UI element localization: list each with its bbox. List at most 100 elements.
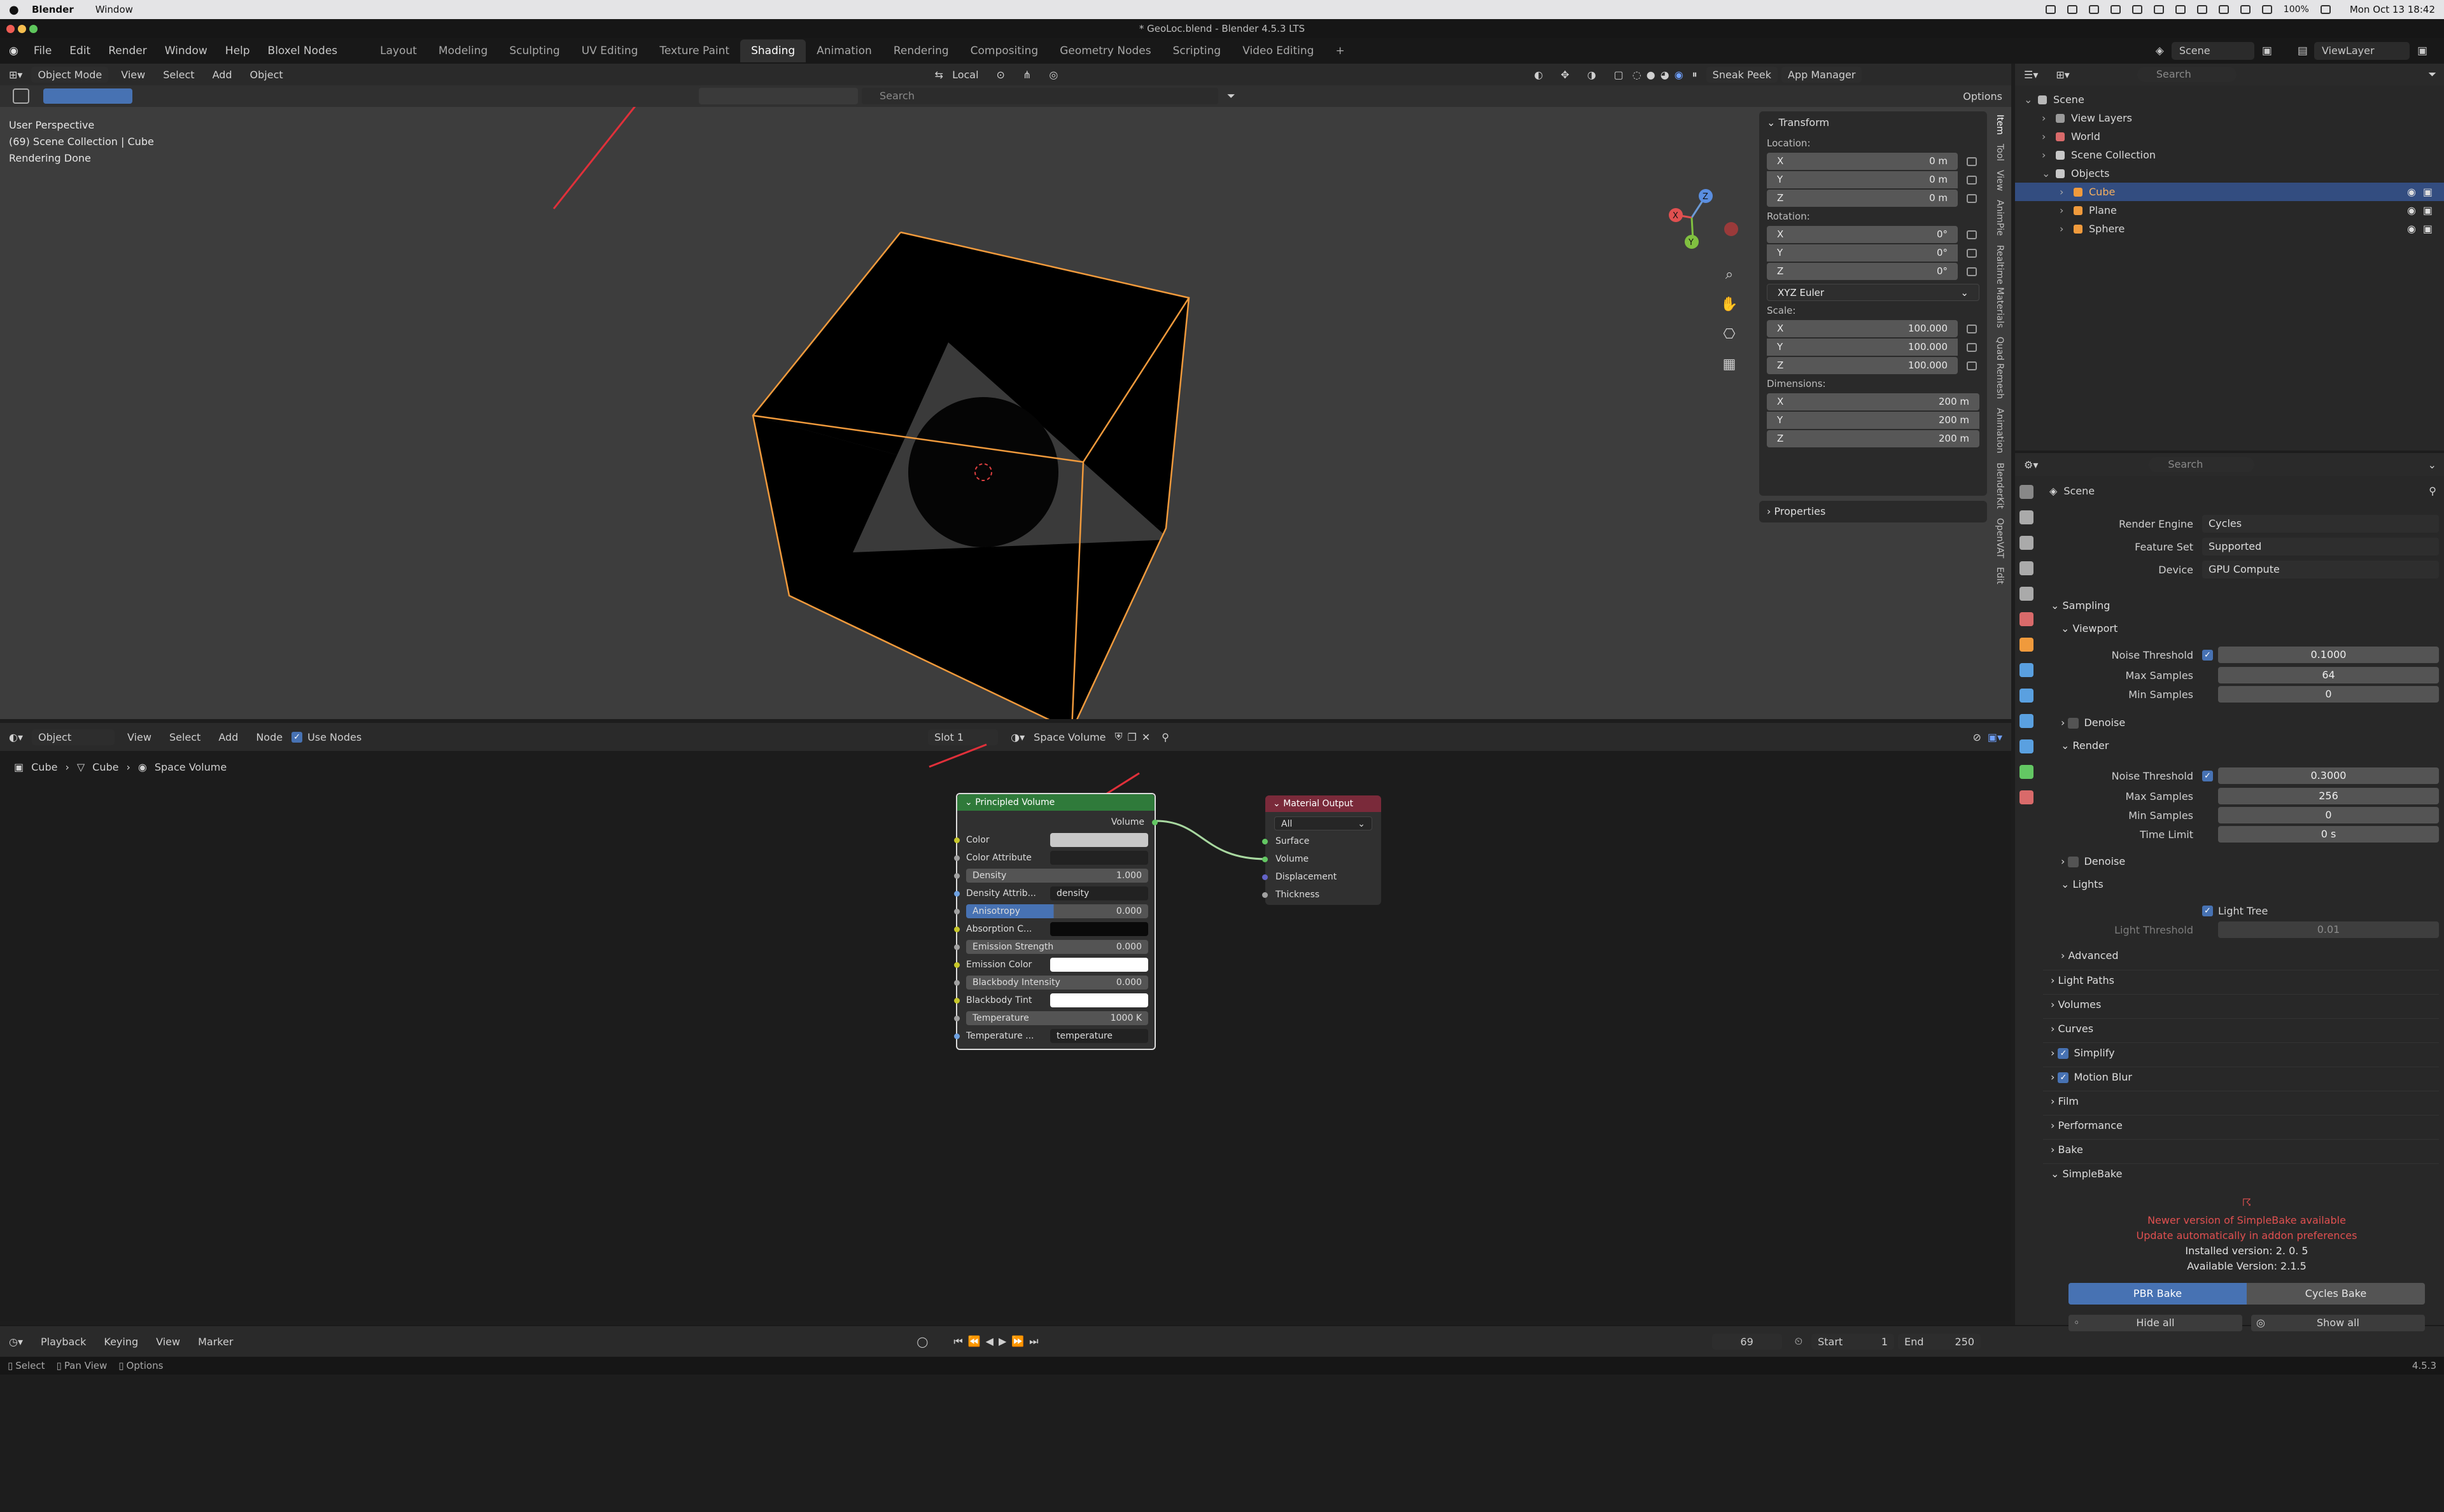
navigation-gizmo[interactable]: Z X Y (1655, 185, 1744, 261)
node-header[interactable]: ⌄ Material Output (1265, 795, 1381, 812)
outliner-editor-type-icon[interactable]: ☰▾ (2015, 69, 2047, 81)
particles-tab-icon[interactable] (2019, 689, 2033, 703)
outliner-row[interactable]: › World (2015, 127, 2444, 146)
visibility-icon[interactable]: ◐ (1525, 69, 1552, 81)
color-swatch[interactable] (1050, 993, 1148, 1007)
blender-logo-icon[interactable]: ◉ (0, 45, 25, 57)
node-overlay-icon[interactable]: ⊘ (1972, 731, 1981, 743)
dimensions-x-field[interactable]: X 200 m (1767, 393, 1979, 410)
node-value-field[interactable]: Blackbody Intensity 0.000 (966, 976, 1148, 990)
section-checkbox[interactable]: ✓ (2058, 1048, 2069, 1059)
thickness-input-socket[interactable] (1262, 892, 1268, 898)
vp-noise-threshold-field[interactable]: 0.1000 (2218, 647, 2439, 663)
close-window-icon[interactable] (6, 25, 15, 33)
chevron-down-icon[interactable]: ⌄ (2042, 164, 2050, 183)
node-menu-view[interactable]: View (118, 731, 160, 743)
new-view-layer-icon[interactable]: ▣ (2417, 45, 2427, 57)
section-light-paths[interactable]: › Light Paths (2043, 970, 2439, 990)
volume-input-socket[interactable] (1262, 857, 1268, 862)
outliner[interactable]: ☰▾ ⊞▾ Search ⏷ ⌄ Scene › View Layers › World ›… (2015, 64, 2444, 451)
editor-type-icon[interactable]: ⊞▾ (0, 69, 31, 81)
viewport-menu-object[interactable]: Object (241, 69, 292, 81)
mac-window-menu[interactable]: Window (95, 4, 133, 15)
hide-all-button[interactable]: ◦ Hide all (2068, 1315, 2242, 1331)
orientation-dropdown[interactable]: Local (943, 69, 987, 81)
tab-shading[interactable]: Shading (740, 39, 806, 62)
chevron-right-icon[interactable]: › (2060, 183, 2063, 201)
chevron-right-icon[interactable]: › (2042, 109, 2046, 127)
viewport-menu-add[interactable]: Add (204, 69, 241, 81)
menu-render[interactable]: Render (99, 45, 156, 57)
modifier-tab-icon[interactable] (2019, 663, 2033, 677)
status-icon[interactable] (2175, 5, 2186, 14)
mac-app-menu[interactable]: Blender (32, 4, 74, 15)
outliner-row[interactable]: › Sphere ◉ ▣ (2015, 220, 2444, 238)
record-icon[interactable]: ◯ (916, 1336, 928, 1348)
timeline-menu-marker[interactable]: Marker (189, 1336, 242, 1348)
breadcrumb-mesh[interactable]: Cube (92, 761, 118, 773)
attribute-field[interactable]: density (1050, 886, 1148, 900)
node-menu-select[interactable]: Select (160, 731, 209, 743)
tab-texture-paint[interactable]: Texture Paint (649, 39, 740, 62)
node-value-field[interactable]: Anisotropy 0.000 (966, 904, 1148, 918)
vp-min-samples-field[interactable]: 0 (2218, 686, 2439, 703)
properties-editor-type-icon[interactable]: ⚙▾ (2015, 459, 2047, 471)
outliner-row[interactable]: › Cube ◉ ▣ (2015, 183, 2444, 201)
view-layer-icon[interactable]: ▤ (2298, 45, 2308, 57)
input-socket[interactable] (954, 873, 960, 879)
chevron-right-icon[interactable]: › (2060, 201, 2063, 220)
world-tab-icon[interactable] (2019, 612, 2033, 626)
chevron-down-icon[interactable]: ⌄ (2024, 90, 2032, 109)
tab-sculpting[interactable]: Sculpting (498, 39, 570, 62)
rotation-z-field[interactable]: Z 0° (1767, 263, 1958, 280)
pbr-bake-button[interactable]: PBR Bake (2068, 1283, 2247, 1305)
input-socket[interactable] (954, 891, 960, 897)
properties-search-input[interactable]: Search (2149, 457, 2255, 472)
input-socket[interactable] (954, 909, 960, 914)
status-icon[interactable] (2110, 5, 2121, 14)
preview-range-icon[interactable]: ⏲ (1786, 1335, 1811, 1348)
scale-y-field[interactable]: Y 100.000 (1767, 339, 1958, 356)
render-subpanel-header[interactable]: ⌄ Render (2053, 736, 2439, 756)
denoise-checkbox[interactable] (2068, 857, 2079, 867)
data-tab-icon[interactable] (2019, 765, 2033, 779)
node-value-field[interactable]: Temperature 1000 K (966, 1011, 1148, 1025)
end-frame-field[interactable]: End 250 (1898, 1333, 1981, 1350)
r-noise-threshold-field[interactable]: 0.3000 (2218, 767, 2439, 784)
node-editor-type-icon[interactable]: ◐▾ (0, 731, 32, 743)
dimensions-z-field[interactable]: Z 200 m (1767, 430, 1979, 447)
lock-icon[interactable] (1967, 193, 1977, 203)
options-dropdown[interactable]: Options (1963, 90, 2002, 102)
outliner-search-input[interactable]: Search (2137, 67, 2237, 82)
status-icon[interactable] (2131, 5, 2142, 14)
timeline-menu-playback[interactable]: Playback (32, 1336, 95, 1348)
section-checkbox[interactable]: ✓ (2058, 1072, 2069, 1083)
tab-animation[interactable]: Animation (806, 39, 883, 62)
sidebar-tab-tool[interactable]: Tool (1995, 144, 2005, 161)
gizmo-toggle-icon[interactable]: ✥ (1552, 69, 1578, 81)
attribute-field[interactable] (1050, 851, 1148, 865)
timeline-editor-type-icon[interactable]: ◷▾ (0, 1336, 32, 1348)
tab-video-editing[interactable]: Video Editing (1232, 39, 1324, 62)
scene-tab-icon[interactable] (2019, 587, 2033, 601)
node-value-field[interactable]: Emission Strength 0.000 (966, 940, 1148, 954)
menu-edit[interactable]: Edit (60, 45, 99, 57)
section-film[interactable]: › Film (2043, 1091, 2439, 1111)
status-icon[interactable] (2196, 5, 2207, 14)
render-tab-icon[interactable] (2019, 510, 2033, 524)
lock-icon[interactable] (1967, 267, 1977, 276)
section-motion-blur[interactable]: › ✓ Motion Blur (2043, 1067, 2439, 1087)
menu-clock[interactable]: Mon Oct 13 18:42 (2350, 4, 2435, 15)
sampling-panel-header[interactable]: ⌄ Sampling (2043, 596, 2439, 616)
section-simplebake[interactable]: ⌄ SimpleBake (2043, 1163, 2439, 1184)
scene-icon[interactable]: ◈ (2156, 45, 2164, 57)
sphere-object[interactable] (908, 397, 1058, 547)
camera-view-icon[interactable]: ⎔ (1720, 319, 1739, 349)
outliner-row[interactable]: ⌄ Objects (2015, 164, 2444, 183)
start-frame-field[interactable]: Start 1 (1811, 1333, 1895, 1350)
light-threshold-field[interactable]: 0.01 (2218, 921, 2439, 938)
tab-layout[interactable]: Layout (369, 39, 428, 62)
outliner-row[interactable]: › View Layers (2015, 109, 2444, 127)
device-dropdown[interactable]: GPU Compute (2202, 561, 2439, 578)
sidebar-tab-quad-remesh[interactable]: Quad Remesh (1995, 337, 2005, 399)
